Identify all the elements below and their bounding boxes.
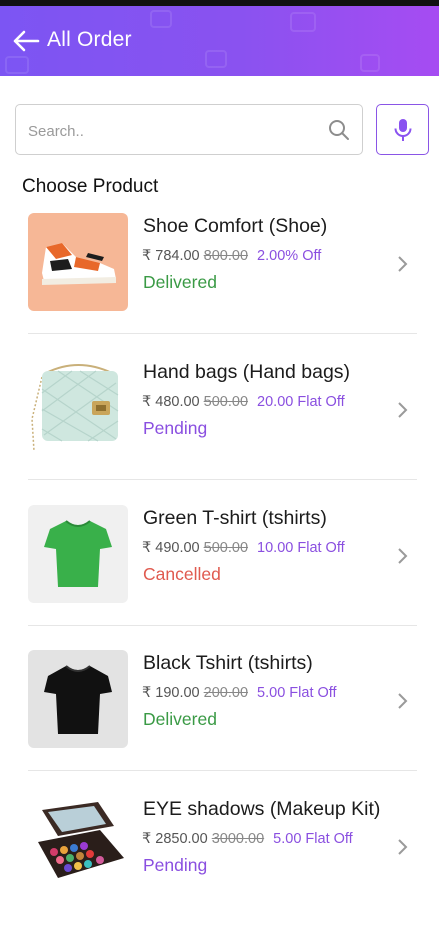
original-price: 500.00 — [203, 540, 249, 556]
background-pattern — [360, 54, 380, 72]
original-price: 200.00 — [203, 685, 249, 701]
chevron-right-icon — [398, 548, 408, 564]
discount-label: 5.00 Flat Off — [257, 685, 337, 701]
sale-price: 490.00 — [155, 540, 200, 556]
product-row[interactable]: Green T-shirt (tshirts) ₹ 490.00 500.00 … — [0, 492, 439, 637]
currency-symbol: ₹ — [142, 248, 152, 264]
back-button[interactable] — [12, 28, 40, 54]
chevron-right-icon — [398, 839, 408, 855]
order-status: Delivered — [143, 709, 217, 729]
sneaker-image — [28, 213, 128, 311]
price-line: ₹ 190.00 200.00 5.00 Flat Off — [142, 685, 337, 701]
voice-search-button[interactable] — [376, 104, 429, 155]
sale-price: 480.00 — [155, 394, 200, 410]
handbag-image — [28, 359, 128, 457]
discount-label: 2.00% Off — [257, 248, 322, 264]
discount-label: 20.00 Flat Off — [257, 394, 345, 410]
original-price: 3000.00 — [211, 831, 265, 847]
divider — [28, 479, 417, 480]
discount-label: 5.00 Flat Off — [273, 831, 353, 847]
arrow-left-icon — [13, 30, 40, 52]
background-pattern — [5, 56, 29, 74]
price-line: ₹ 2850.00 3000.00 5.00 Flat Off — [142, 831, 353, 847]
sale-price: 2850.00 — [155, 831, 208, 847]
search-icon[interactable] — [328, 119, 350, 141]
currency-symbol: ₹ — [142, 394, 152, 410]
currency-symbol: ₹ — [142, 831, 152, 847]
product-name: Shoe Comfort (Shoe) — [143, 215, 328, 237]
green-tshirt-image — [28, 505, 128, 603]
background-pattern — [205, 50, 227, 68]
sale-price: 784.00 — [155, 248, 200, 264]
search-input[interactable] — [26, 117, 320, 145]
microphone-icon — [394, 119, 412, 141]
sale-price: 190.00 — [155, 685, 200, 701]
background-pattern — [290, 12, 316, 32]
section-title: Choose Product — [22, 176, 159, 197]
price-line: ₹ 480.00 500.00 20.00 Flat Off — [142, 394, 345, 410]
order-status: Cancelled — [143, 564, 221, 584]
chevron-right-icon — [398, 402, 408, 418]
order-status: Delivered — [143, 272, 217, 292]
black-tshirt-image — [28, 650, 128, 748]
product-name: Hand bags (Hand bags) — [143, 361, 351, 383]
order-status: Pending — [143, 855, 208, 875]
background-pattern — [150, 10, 172, 28]
app-bar: All Order — [0, 6, 439, 76]
divider — [28, 333, 417, 334]
original-price: 800.00 — [203, 248, 249, 264]
product-row[interactable]: EYE shadows (Makeup Kit) ₹ 2850.00 3000.… — [0, 783, 439, 928]
order-status: Pending — [143, 418, 208, 438]
product-name: EYE shadows (Makeup Kit) — [143, 798, 381, 820]
makeup-kit-image — [28, 796, 128, 894]
divider — [28, 625, 417, 626]
product-name: Green T-shirt (tshirts) — [143, 507, 327, 529]
price-line: ₹ 490.00 500.00 10.00 Flat Off — [142, 540, 345, 556]
product-row[interactable]: Shoe Comfort (Shoe) ₹ 784.00 800.00 2.00… — [0, 200, 439, 345]
discount-label: 10.00 Flat Off — [257, 540, 345, 556]
chevron-right-icon — [398, 693, 408, 709]
divider — [28, 770, 417, 771]
page-title: All Order — [47, 28, 132, 51]
product-row[interactable]: Black Tshirt (tshirts) ₹ 190.00 200.00 5… — [0, 637, 439, 782]
chevron-right-icon — [398, 256, 408, 272]
currency-symbol: ₹ — [142, 540, 152, 556]
currency-symbol: ₹ — [142, 685, 152, 701]
price-line: ₹ 784.00 800.00 2.00% Off — [142, 248, 321, 264]
product-row[interactable]: Hand bags (Hand bags) ₹ 480.00 500.00 20… — [0, 346, 439, 491]
product-name: Black Tshirt (tshirts) — [143, 652, 313, 674]
original-price: 500.00 — [203, 394, 249, 410]
search-box[interactable] — [15, 104, 363, 155]
